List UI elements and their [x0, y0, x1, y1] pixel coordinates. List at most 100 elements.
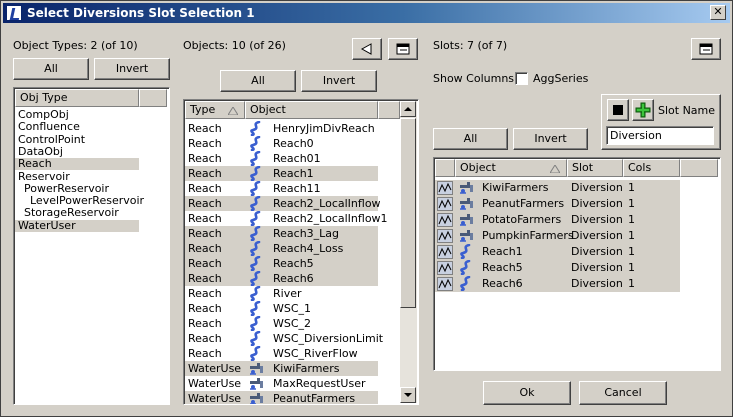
object-table-row[interactable]: Reach Reach0: [185, 135, 378, 152]
slot-cols-cell: 1: [628, 181, 635, 194]
object-name-cell: KiwiFarmers: [273, 362, 340, 375]
series-graph-icon[interactable]: [437, 229, 453, 243]
series-graph-icon[interactable]: [437, 181, 453, 195]
series-graph-icon[interactable]: [437, 245, 453, 259]
collapse-left-button[interactable]: [352, 38, 382, 60]
obj-type-list-item[interactable]: CompObj: [15, 109, 139, 121]
stop-button[interactable]: [607, 99, 629, 121]
window-title: Select Diversions Slot Selection 1: [27, 6, 255, 20]
object-table-row[interactable]: WaterUse KiwiFarmers: [185, 361, 378, 376]
obj-type-list-item[interactable]: Reach: [15, 158, 139, 171]
cancel-button[interactable]: Cancel: [579, 381, 667, 405]
series-graph-icon[interactable]: [437, 277, 453, 291]
aggseries-checkbox[interactable]: [515, 72, 528, 85]
object-table-row[interactable]: Reach WSC_DiversionLimit: [185, 330, 383, 347]
slot-list-options-button[interactable]: [691, 38, 721, 60]
list-window-icon: [396, 43, 410, 55]
slot-table-row[interactable]: PumpkinFarmers Diversion 1: [435, 228, 680, 244]
object-types-all-button[interactable]: All: [13, 58, 89, 80]
obj-type-column-header[interactable]: Obj Type: [15, 89, 139, 107]
objects-invert-button[interactable]: Invert: [301, 70, 377, 92]
slot-object-cell: PeanutFarmers: [482, 197, 565, 210]
slot-table-row[interactable]: Reach1 Diversion 1: [435, 243, 680, 260]
obj-type-list-item[interactable]: ControlPoint: [15, 133, 139, 146]
object-table-row[interactable]: Reach Reach2_LocalInflow1: [185, 210, 388, 227]
obj-type-list-item[interactable]: StorageReservoir: [15, 207, 139, 219]
objects-all-button[interactable]: All: [220, 70, 296, 92]
object-name-cell: WSC_2: [273, 317, 312, 330]
object-table-row[interactable]: WaterUse PeanutFarmers: [185, 391, 378, 405]
scroll-thumb[interactable]: [400, 118, 416, 308]
slot-table-row[interactable]: Reach6 Diversion 1: [435, 275, 680, 292]
obj-type-list-item[interactable]: Confluence: [15, 121, 139, 133]
slots-invert-button[interactable]: Invert: [513, 128, 588, 150]
slots-all-button[interactable]: All: [433, 128, 508, 150]
obj-type-list-item[interactable]: DataObj: [15, 144, 139, 158]
obj-type-list-item[interactable]: Reservoir: [15, 169, 139, 183]
series-graph-icon[interactable]: [437, 261, 453, 275]
obj-type-list-item[interactable]: WaterUser: [15, 219, 139, 232]
object-table-row[interactable]: Reach Reach2_LocalInflow: [185, 195, 381, 212]
slots-slot-column-header[interactable]: Slot: [567, 159, 623, 177]
object-type-cell: Reach: [188, 272, 222, 285]
object-table-row[interactable]: Reach WSC_RiverFlow: [185, 345, 378, 362]
object-table-row[interactable]: Reach Reach11: [185, 180, 378, 197]
obj-type-label: PowerReservoir: [24, 181, 110, 195]
slot-object-cell: PumpkinFarmers: [482, 229, 574, 242]
object-type-cell: Reach: [188, 257, 222, 270]
slot-table-row[interactable]: PeanutFarmers Diversion 1: [435, 196, 680, 212]
objects-table[interactable]: Type Object Reach HenryJimDivReach Reach Re…: [183, 99, 419, 405]
slot-object-cell: KiwiFarmers: [482, 181, 549, 194]
series-graph-icon[interactable]: [437, 197, 453, 211]
obj-type-label: Confluence: [18, 120, 80, 134]
object-table-row[interactable]: Reach River: [185, 285, 378, 302]
object-type-cell: WaterUse: [188, 392, 242, 405]
obj-type-label: Reservoir: [18, 169, 70, 183]
ok-button[interactable]: Ok: [483, 381, 571, 405]
slot-cols-cell: 1: [628, 197, 635, 210]
object-table-row[interactable]: Reach Reach4_Loss: [185, 240, 378, 257]
add-slot-button[interactable]: [632, 99, 654, 121]
slots-table[interactable]: Object Slot Cols KiwiFarmers Diversion 1 Pe…: [433, 157, 721, 371]
object-type-cell: Reach: [188, 152, 222, 165]
list-window-icon: [699, 43, 713, 55]
object-list-options-button[interactable]: [388, 38, 418, 60]
obj-type-label: DataObj: [18, 144, 63, 158]
obj-type-list-item[interactable]: LevelPowerReservoir: [15, 195, 144, 207]
scroll-up-button[interactable]: [400, 101, 416, 117]
object-types-label: Object Types: 2 (of 10): [13, 39, 138, 52]
object-table-row[interactable]: Reach Reach5: [185, 255, 378, 272]
series-graph-icon[interactable]: [437, 213, 453, 227]
slot-name-input[interactable]: Diversion: [606, 126, 714, 145]
object-column-header[interactable]: Object: [245, 101, 378, 119]
object-types-invert-button[interactable]: Invert: [94, 58, 170, 80]
slot-object-cell: Reach1: [482, 245, 523, 258]
object-type-cell: Reach: [188, 122, 222, 135]
object-name-cell: WSC_DiversionLimit: [273, 332, 384, 345]
object-table-row[interactable]: Reach WSC_1: [185, 300, 378, 317]
object-name-cell: MaxRequestUser: [273, 377, 366, 390]
object-table-row[interactable]: Reach WSC_2: [185, 315, 378, 332]
object-table-row[interactable]: Reach Reach3_Lag: [185, 225, 378, 242]
object-table-row[interactable]: Reach HenryJimDivReach: [185, 120, 378, 137]
slot-table-row[interactable]: PotatoFarmers Diversion 1: [435, 212, 680, 228]
object-types-list[interactable]: Obj Type CompObj Confluence ControlPoint Da…: [13, 87, 170, 405]
slots-header-filler: [680, 159, 718, 177]
obj-type-list-item[interactable]: PowerReservoir: [15, 181, 139, 195]
slots-cols-column-header[interactable]: Cols: [623, 159, 680, 177]
type-column-header[interactable]: Type: [185, 101, 245, 119]
scroll-down-button[interactable]: [400, 387, 416, 403]
object-table-row[interactable]: Reach Reach1: [185, 165, 378, 182]
object-table-row[interactable]: Reach Reach6: [185, 270, 378, 287]
object-table-row[interactable]: WaterUse MaxRequestUser: [185, 376, 378, 391]
object-name-cell: Reach0: [273, 137, 314, 150]
slot-table-row[interactable]: KiwiFarmers Diversion 1: [435, 180, 680, 196]
slots-object-column-header[interactable]: Object: [455, 159, 567, 177]
object-table-row[interactable]: Reach Reach01: [185, 150, 378, 167]
close-button[interactable]: ✕: [710, 5, 726, 20]
title-bar[interactable]: Select Diversions Slot Selection 1 ✕: [3, 3, 730, 23]
slot-table-row[interactable]: Reach5 Diversion 1: [435, 259, 680, 276]
show-columns-label: Show Columns:: [433, 72, 518, 85]
obj-type-header-filler: [139, 89, 167, 107]
objects-vertical-scrollbar[interactable]: [400, 101, 417, 403]
